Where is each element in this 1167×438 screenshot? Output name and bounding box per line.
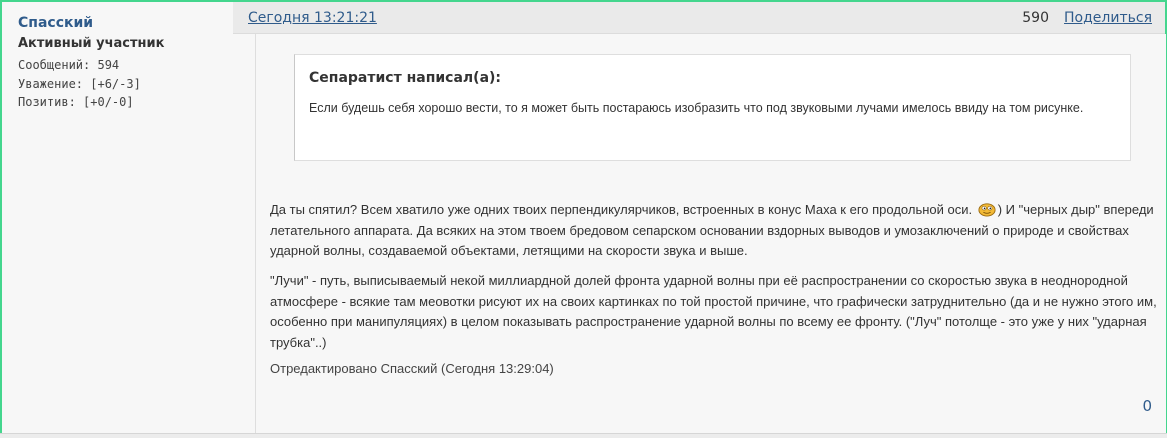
author-rank: Активный участник [18, 36, 165, 51]
post-header: Сегодня 13:21:21 590 Поделиться [233, 2, 1165, 34]
share-link[interactable]: Поделиться [1064, 10, 1152, 26]
post-date-link[interactable]: Сегодня 13:21:21 [248, 10, 377, 26]
quote-text: Если будешь себя хорошо вести, то я може… [309, 101, 1084, 115]
reply-counter[interactable]: 0 [1142, 397, 1152, 415]
post-paragraph-2: "Лучи" - путь, выписываемый некой миллиа… [270, 273, 1157, 350]
bottom-divider [0, 433, 1167, 438]
post-paragraph-1: Да ты спятил? Всем хватило уже одних тво… [270, 200, 1160, 262]
author-stat-respect: Уважение: [+6/-3] [18, 77, 141, 91]
quote-box: Сепаратист написал(а): Если будешь себя … [294, 54, 1131, 161]
edited-note: Отредактировано Спасский (Сегодня 13:29:… [270, 361, 554, 376]
post-number: 590 [1022, 10, 1049, 26]
author-stat-posts: Сообщений: 594 [18, 58, 120, 72]
author-name[interactable]: Спасский [18, 15, 93, 31]
quote-title: Сепаратист написал(а): [309, 70, 502, 86]
paragraph-1-part-1: Да ты спятил? Всем хватило уже одних тво… [270, 202, 973, 217]
smiley-icon [978, 203, 996, 217]
author-stat-positive: Позитив: [+0/-0] [18, 95, 134, 109]
post-content: Сепаратист написал(а): Если будешь себя … [255, 34, 1166, 434]
author-sidebar: Спасский Активный участник Сообщений: 59… [2, 2, 233, 433]
